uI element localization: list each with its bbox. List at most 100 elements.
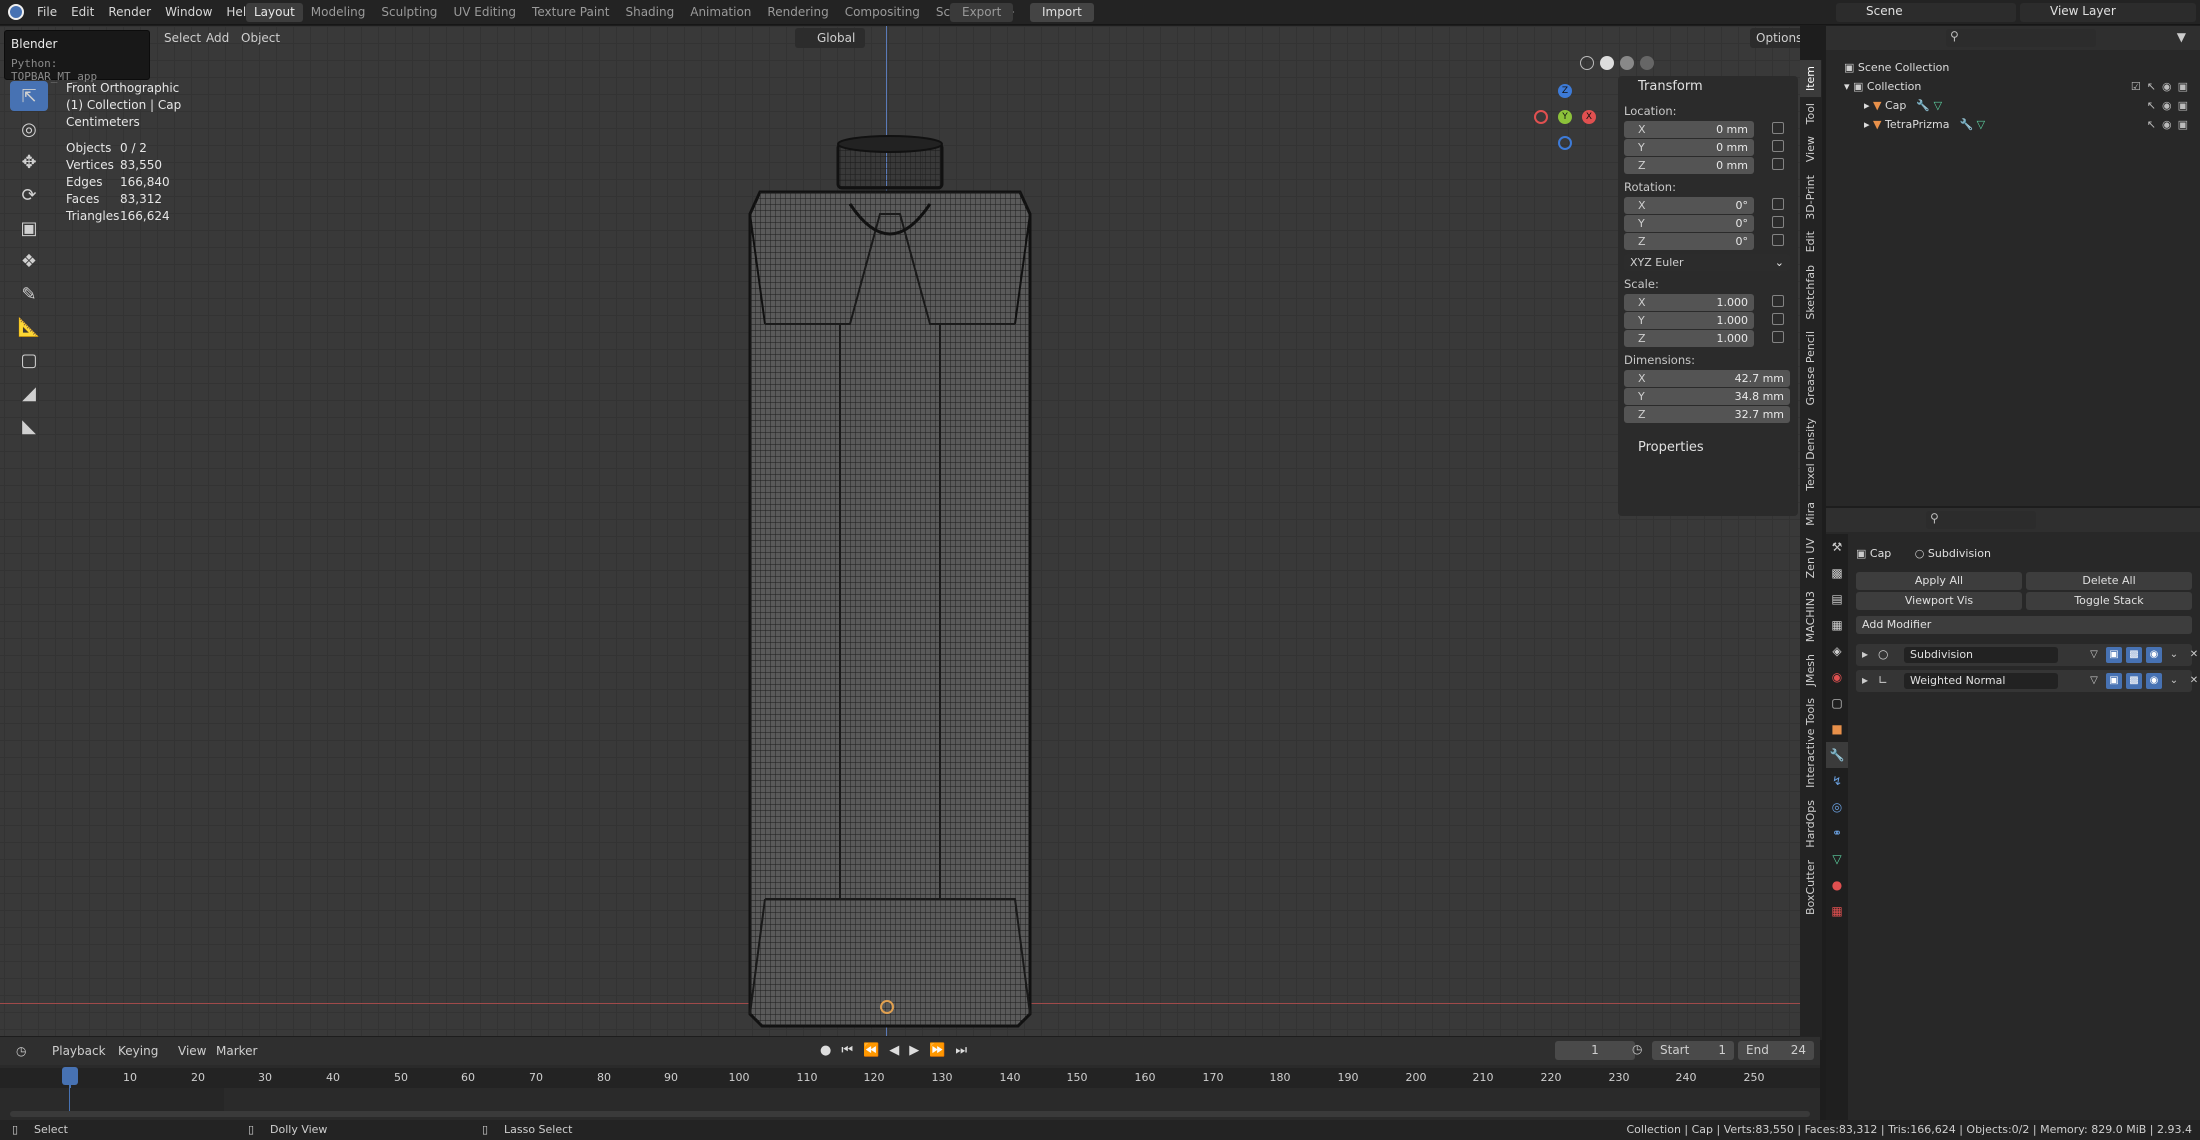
delete-all-button[interactable]: Delete All [2026,572,2192,590]
outliner-item-cap[interactable]: ▸ ▼ Cap 🔧 ▽ ↖◉▣ [1826,96,2200,115]
expand-icon[interactable]: ▸ [1862,673,1868,687]
expand-icon[interactable]: ▸ [1862,647,1868,661]
expand-icon[interactable]: ▸ [1864,118,1873,131]
chevron-down-icon[interactable]: ⌄ [2166,647,2182,663]
modifier-weighted-normal[interactable]: ▸ ∟ Weighted Normal ▽ ▣ ▩ ◉ ⌄ ✕ [1856,670,2198,692]
close-icon[interactable]: ✕ [2186,673,2200,689]
outliner-scene-collection[interactable]: ▣ Scene Collection [1826,58,2200,77]
sidebar-tab-grease-pencil[interactable]: Grease Pencil [1800,325,1821,411]
navigation-gizmo[interactable]: Y Z X [1530,82,1600,152]
view-menu[interactable]: View [172,1041,212,1061]
solid-shading-icon[interactable] [1600,56,1614,70]
sidebar-tab-boxcutter[interactable]: BoxCutter [1800,854,1821,921]
sidebar-tab-sketchfab[interactable]: Sketchfab [1800,259,1821,326]
prev-keyframe-icon[interactable]: ⏪ [863,1043,879,1058]
shear-icon[interactable]: ◢ [10,378,48,408]
export-button[interactable]: Export [950,3,1014,22]
modifier-name-field[interactable]: Subdivision [1904,647,2058,663]
sidebar-tab-machin3[interactable]: MACHIN3 [1800,585,1821,648]
edit-mode-icon[interactable]: ▣ [2106,673,2122,689]
sidebar-tab-hardops[interactable]: HardOps [1800,794,1821,854]
edit-mode-icon[interactable]: ▣ [2106,647,2122,663]
end-frame-field[interactable]: End 24 [1738,1041,1814,1060]
gizmo-neg-z-icon[interactable] [1558,136,1572,150]
on-cage-icon[interactable]: ▽ [2086,647,2102,663]
location-z-field[interactable]: Z0 mm [1624,157,1784,174]
close-icon[interactable]: ✕ [2186,647,2200,663]
tab-uv-editing[interactable]: UV Editing [445,3,524,22]
modifier-subdivision[interactable]: ▸ ○ Subdivision ▽ ▣ ▩ ◉ ⌄ ✕ [1856,644,2198,666]
sidebar-tab-jmesh[interactable]: JMesh [1800,648,1821,692]
viewport-icon[interactable]: ▩ [2126,673,2142,689]
3d-viewport[interactable]: Select Add Object Global Options Blender… [0,26,1800,1036]
view-layer-tab-icon[interactable]: ▦ [1826,612,1848,638]
dimension-x-field[interactable]: X 42.7 mm [1624,370,1790,387]
rotation-z-field[interactable]: Z 0° [1624,233,1784,250]
add-menu[interactable]: Add [200,28,235,48]
lock-icon[interactable] [1772,234,1784,246]
properties-header[interactable]: Properties [1618,437,1798,459]
viewport-icon[interactable]: ▩ [2126,647,2142,663]
rotate-icon[interactable]: ⟳ [10,180,48,210]
scale-icon[interactable]: ▣ [10,213,48,243]
sidebar-tab-3d-print[interactable]: 3D-Print [1800,169,1821,226]
lock-icon[interactable] [1772,122,1784,134]
outliner-search-input[interactable]: ⚲ [1946,29,2096,47]
wireframe-shading-icon[interactable] [1580,56,1594,70]
clock-icon[interactable]: ◷ [1632,1042,1642,1056]
modifier-name-field[interactable]: Weighted Normal [1904,673,2058,689]
gizmo-z-icon[interactable]: Z [1558,84,1572,98]
lock-icon[interactable] [1772,295,1784,307]
render-tab-icon[interactable]: ▩ [1826,560,1848,586]
menu-render[interactable]: Render [101,0,158,25]
rotation-mode-dropdown[interactable]: XYZ Euler ⌄ [1624,254,1790,271]
particles-tab-icon[interactable]: ↯ [1826,768,1848,794]
menu-edit[interactable]: Edit [64,0,101,25]
add-cube-icon[interactable]: ▢ [10,345,48,375]
tab-rendering[interactable]: Rendering [759,3,836,22]
collection-tab-icon[interactable]: ▢ [1826,690,1848,716]
filter-icon[interactable]: ▼ [2177,30,2186,44]
measure-icon[interactable]: 📐 [10,312,48,342]
sidebar-tab-texel-density[interactable]: Texel Density [1800,412,1821,497]
sidebar-tab-tool[interactable]: Tool [1800,97,1821,130]
play-icon[interactable]: ▶ [909,1043,919,1058]
tab-animation[interactable]: Animation [682,3,759,22]
outliner-item-tetraprizma[interactable]: ▸ ▼ TetraPrizma 🔧 ▽ ↖◉▣ [1826,115,2200,134]
marker-menu[interactable]: Marker [210,1041,263,1061]
add-modifier-dropdown[interactable]: Add Modifier [1856,616,2192,634]
material-shading-icon[interactable] [1620,56,1634,70]
sidebar-tab-zen-uv[interactable]: Zen UV [1800,532,1821,584]
object-tab-icon[interactable]: ■ [1826,716,1848,742]
view-layer-selector[interactable]: View Layer [2020,3,2196,22]
render-icon[interactable]: ◉ [2146,673,2162,689]
scale-x-field[interactable]: X 1.000 [1624,294,1784,311]
scene-tab-icon[interactable]: ◈ [1826,638,1848,664]
modifier-tab-icon[interactable]: 🔧 [1826,742,1848,768]
jump-end-icon[interactable]: ⏭ [955,1043,967,1058]
gizmo-x-icon[interactable]: X [1582,110,1596,124]
sidebar-tab-edit[interactable]: Edit [1800,225,1821,258]
location-x-field[interactable]: X0 mm [1624,121,1784,138]
cursor-icon[interactable]: ◎ [10,114,48,144]
gizmo-neg-x-icon[interactable] [1534,110,1548,124]
next-keyframe-icon[interactable]: ⏩ [929,1043,945,1058]
record-icon[interactable]: ● [820,1043,831,1058]
blender-logo-icon[interactable] [8,4,24,20]
tab-compositing[interactable]: Compositing [837,3,928,22]
options-dropdown[interactable]: Options [1750,28,1800,48]
tool-tab-icon[interactable]: ⚒ [1826,534,1848,560]
lock-icon[interactable] [1772,198,1784,210]
render-icon[interactable]: ◉ [2146,647,2162,663]
current-frame-field[interactable]: 1 [1555,1041,1635,1060]
constraints-tab-icon[interactable]: ⚭ [1826,820,1848,846]
outliner-collection[interactable]: ▾ ▣ Collection ☑↖◉▣ [1826,77,2200,96]
bevel-icon[interactable]: ◣ [10,411,48,441]
gizmo-y-icon[interactable]: Y [1558,110,1572,124]
apply-all-button[interactable]: Apply All [1856,572,2022,590]
import-button[interactable]: Import [1030,3,1094,22]
material-tab-icon[interactable]: ● [1826,872,1848,898]
playback-menu[interactable]: Playback [46,1041,112,1061]
tab-layout[interactable]: Layout [246,3,303,22]
menu-window[interactable]: Window [158,0,219,25]
